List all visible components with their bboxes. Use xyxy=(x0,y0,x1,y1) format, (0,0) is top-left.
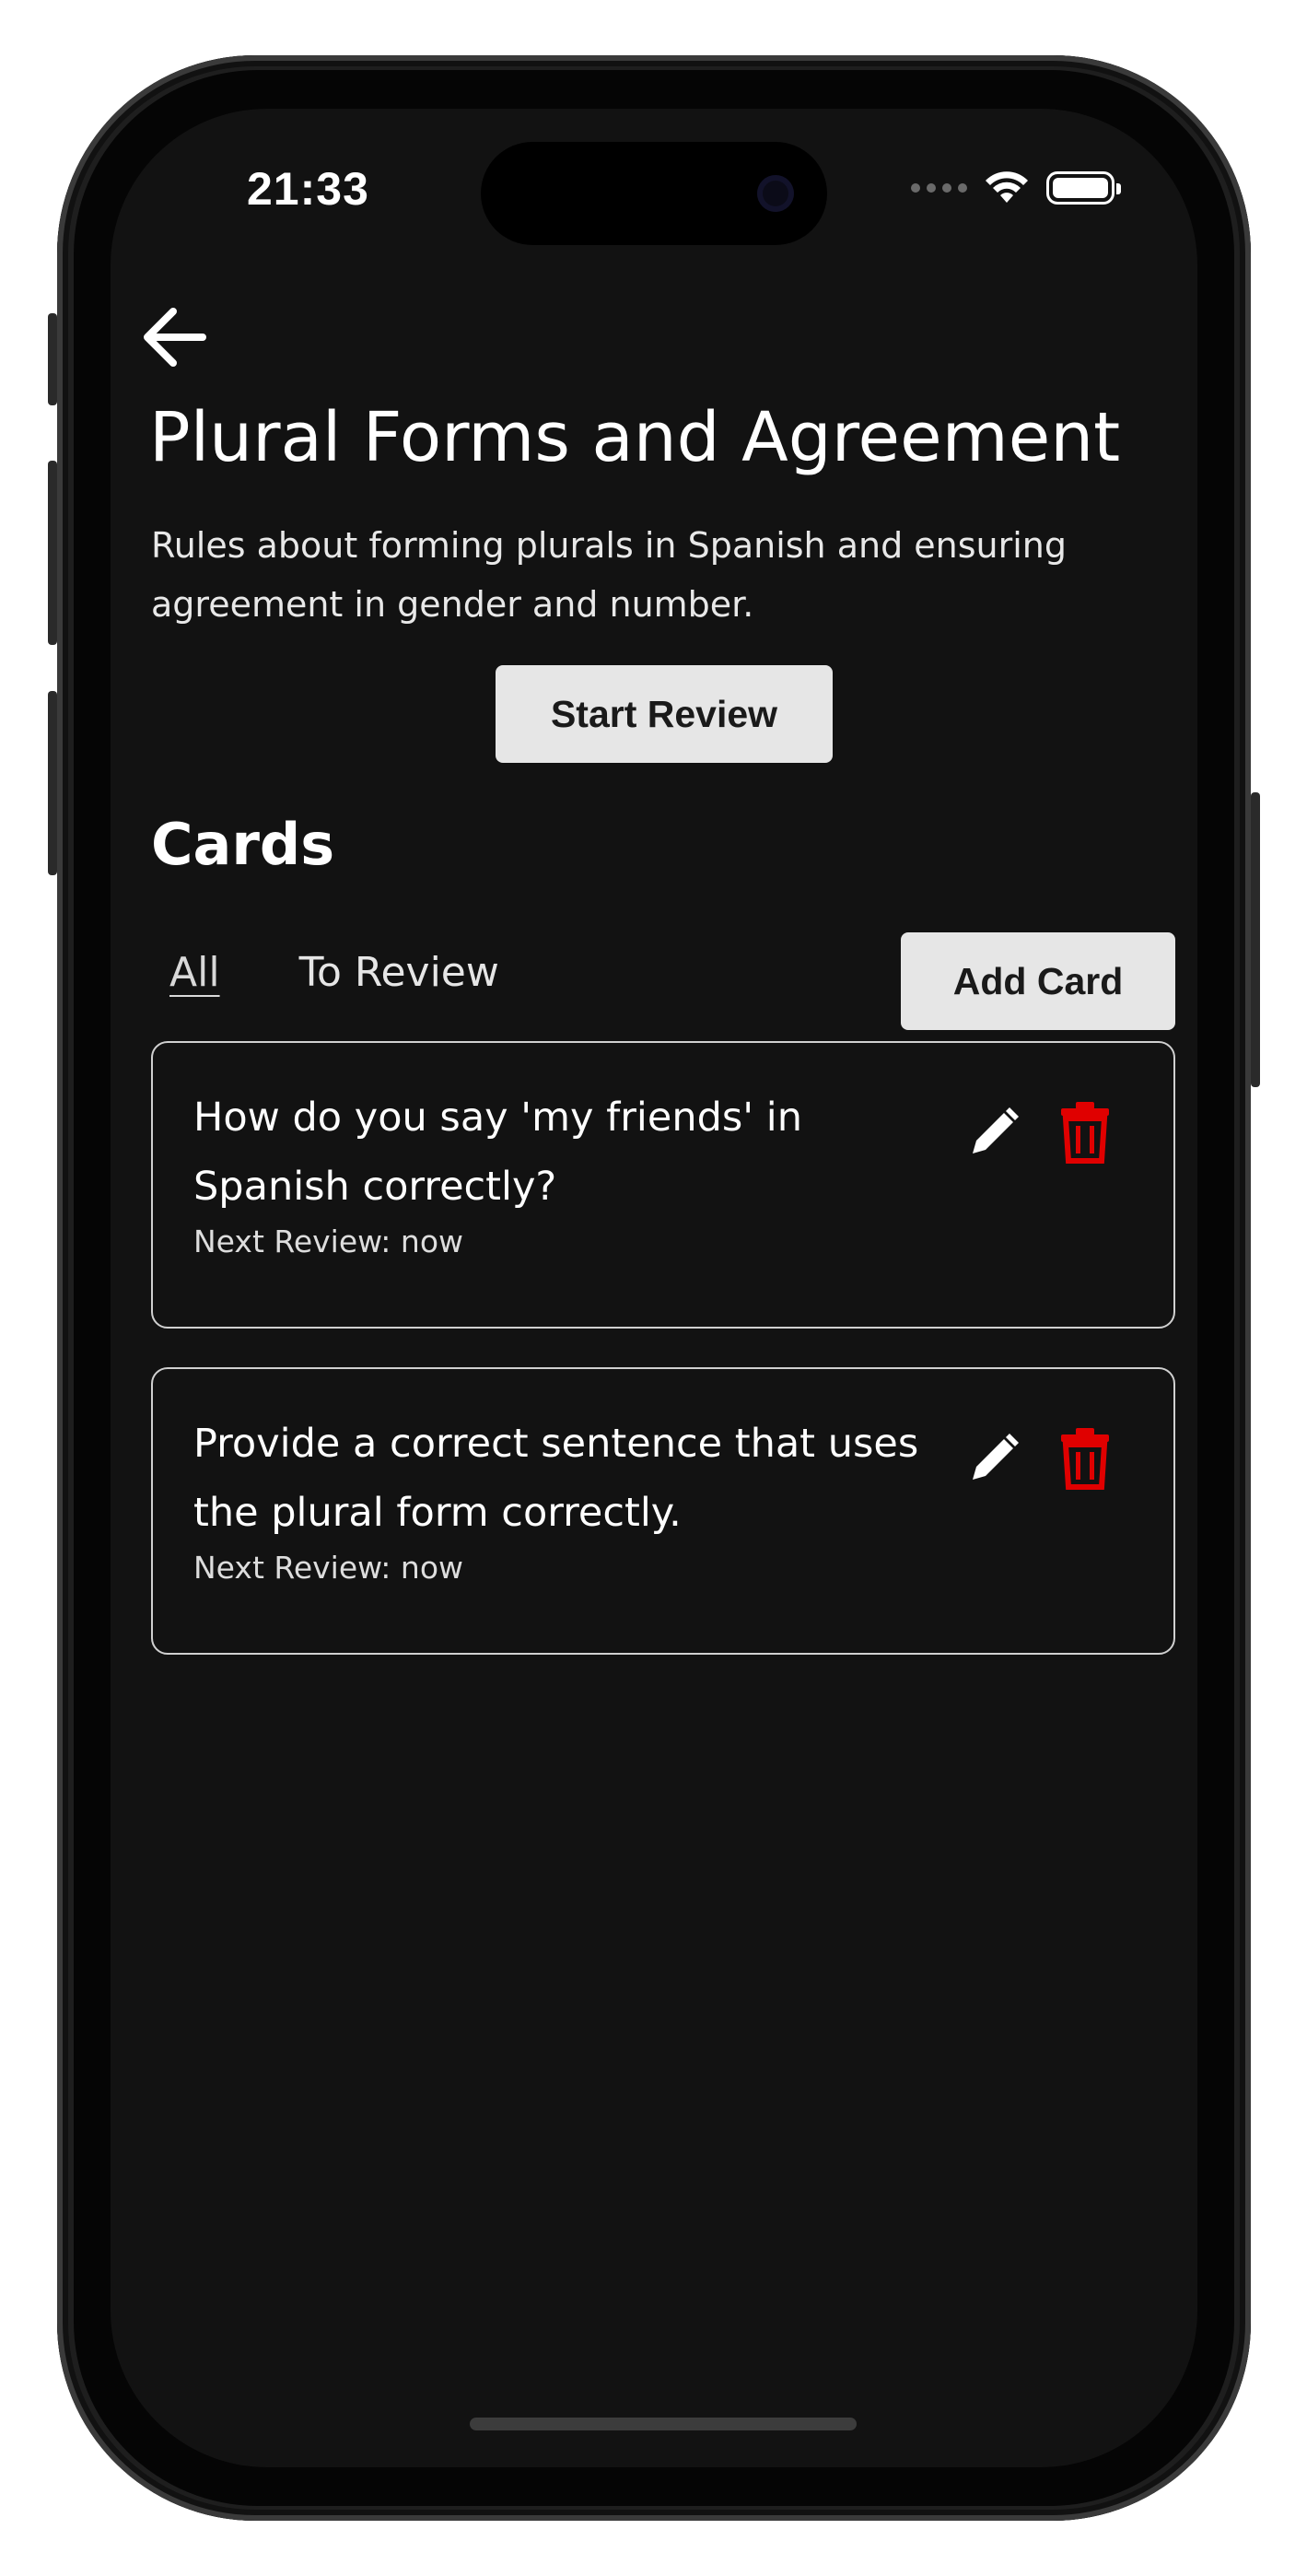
app-screen: 21:33 Plural Forms and Agreement Rules a… xyxy=(111,109,1197,2467)
delete-card-button[interactable] xyxy=(1056,1100,1114,1165)
status-time: 21:33 xyxy=(247,163,369,215)
camera-icon xyxy=(757,175,794,212)
back-button[interactable] xyxy=(138,300,212,374)
dynamic-island xyxy=(481,142,827,245)
arrow-left-icon xyxy=(144,308,206,367)
delete-card-button[interactable] xyxy=(1056,1426,1114,1491)
power-button xyxy=(1251,792,1260,1087)
card-next-review: Next Review: now xyxy=(193,1224,464,1259)
battery-icon xyxy=(1046,171,1121,205)
card-next-review: Next Review: now xyxy=(193,1550,464,1586)
edit-card-button[interactable] xyxy=(963,1430,1022,1489)
home-indicator[interactable] xyxy=(470,2418,857,2430)
card-question: How do you say 'my friends' in Spanish c… xyxy=(193,1095,802,1210)
status-indicators xyxy=(911,168,1121,208)
deck-description: Rules about forming plurals in Spanish a… xyxy=(151,525,1068,625)
edit-card-button[interactable] xyxy=(963,1104,1022,1163)
tab-to-review[interactable]: To Review xyxy=(299,949,499,996)
card-filter-tabs: All To Review xyxy=(169,949,499,996)
tab-all[interactable]: All xyxy=(169,949,220,996)
add-card-button[interactable]: Add Card xyxy=(901,932,1175,1030)
start-review-button[interactable]: Start Review xyxy=(496,665,833,763)
page-title: Plural Forms and Agreement xyxy=(149,398,1121,477)
trash-icon xyxy=(1061,1428,1109,1490)
volume-down-button xyxy=(48,691,57,875)
pencil-icon xyxy=(973,1434,1019,1480)
wifi-icon xyxy=(986,171,1028,203)
action-button xyxy=(48,313,57,405)
card-item[interactable]: How do you say 'my friends' in Spanish c… xyxy=(151,1041,1175,1329)
cellular-signal-icon xyxy=(911,183,967,193)
cards-section-title: Cards xyxy=(151,811,335,878)
card-question: Provide a correct sentence that uses the… xyxy=(193,1421,919,1536)
card-item[interactable]: Provide a correct sentence that uses the… xyxy=(151,1367,1175,1655)
volume-up-button xyxy=(48,461,57,645)
trash-icon xyxy=(1061,1102,1109,1164)
pencil-icon xyxy=(973,1107,1019,1153)
